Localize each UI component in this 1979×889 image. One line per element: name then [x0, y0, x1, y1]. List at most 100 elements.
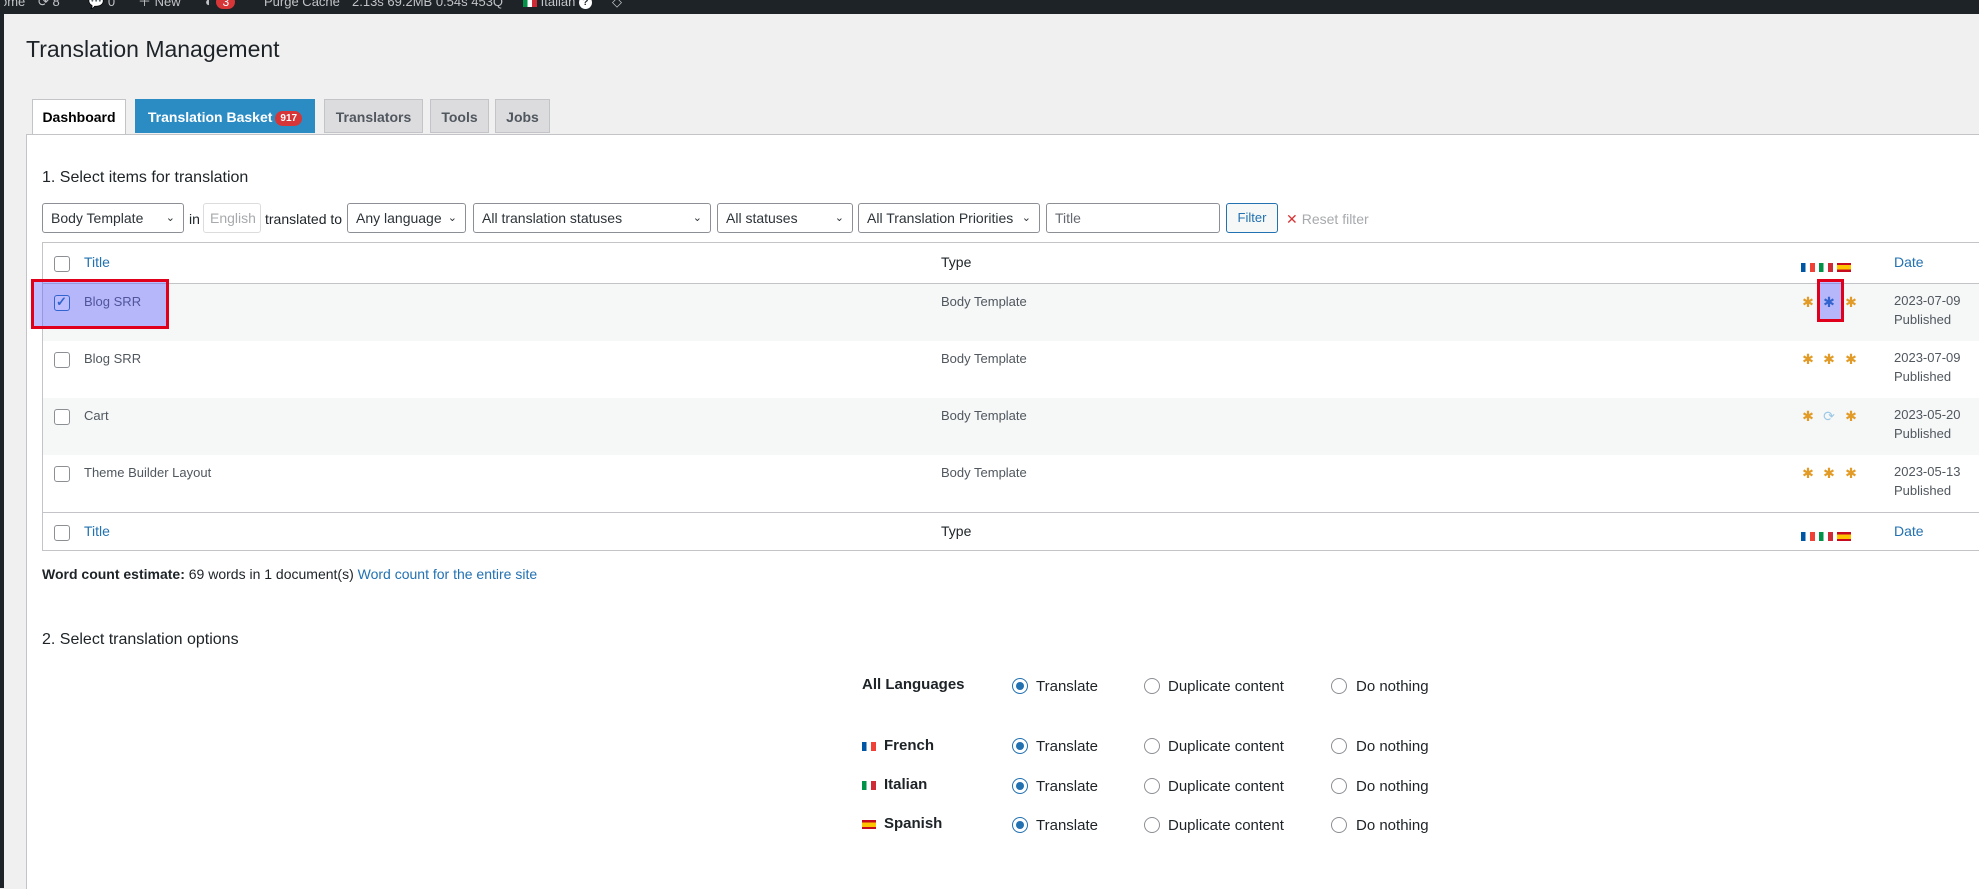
italian-duplicate-label[interactable]: Duplicate content — [1168, 778, 1284, 795]
new-content-link[interactable]: ＋ New — [138, 0, 181, 9]
translation-in-progress-icon[interactable]: ✱ — [1820, 293, 1838, 311]
type-select[interactable]: Body Template ⌄ — [42, 203, 184, 233]
option-italian-label: Italian — [862, 776, 927, 793]
tab-dashboard[interactable]: Dashboard — [32, 99, 126, 135]
tab-tools[interactable]: Tools — [430, 99, 489, 133]
refresh-icon: ⟳ — [38, 0, 49, 9]
page-title: Translation Management — [26, 36, 280, 62]
italian-nothing-radio[interactable] — [1331, 778, 1347, 794]
table-row[interactable]: Theme Builder Layout Body Template ✱ ✱ ✱… — [43, 455, 1979, 513]
italian-nothing-label[interactable]: Do nothing — [1356, 778, 1429, 795]
diamond-icon[interactable]: ◇ — [612, 0, 622, 9]
in-label: in — [189, 211, 200, 227]
admin-menu-edge — [0, 0, 4, 888]
add-translation-icon[interactable]: ✱ — [1799, 464, 1817, 482]
italian-translate-label[interactable]: Translate — [1036, 778, 1098, 795]
spanish-duplicate-label[interactable]: Duplicate content — [1168, 817, 1284, 834]
add-translation-icon[interactable]: ✱ — [1842, 350, 1860, 368]
tab-translation-basket[interactable]: Translation Basket 917 — [135, 99, 315, 133]
all-languages-translate-label[interactable]: Translate — [1036, 678, 1098, 695]
french-translate-label[interactable]: Translate — [1036, 738, 1098, 755]
add-translation-icon[interactable]: ✱ — [1820, 350, 1838, 368]
table-row[interactable]: Blog SRR Body Template ✱ ✱ ✱ 2023-07-09P… — [43, 284, 1979, 341]
query-stats[interactable]: 2.13s 69.2MB 0.54s 453Q — [352, 0, 503, 9]
add-translation-icon[interactable]: ✱ — [1820, 464, 1838, 482]
chevron-down-icon: ⌄ — [834, 212, 844, 224]
french-nothing-radio[interactable] — [1331, 738, 1347, 754]
row-title: Blog SRR — [84, 351, 142, 366]
all-languages-nothing-radio[interactable] — [1331, 678, 1347, 694]
all-languages-translate-radio[interactable] — [1012, 678, 1028, 694]
all-languages-duplicate-label[interactable]: Duplicate content — [1168, 678, 1284, 695]
word-count-site-link[interactable]: Word count for the entire site — [358, 566, 538, 582]
spanish-nothing-radio[interactable] — [1331, 817, 1347, 833]
add-translation-icon[interactable]: ✱ — [1799, 407, 1817, 425]
select-all-checkbox[interactable] — [54, 256, 70, 272]
spanish-duplicate-radio[interactable] — [1144, 817, 1160, 833]
purge-cache-link[interactable]: Purge Cache — [264, 0, 340, 9]
all-languages-duplicate-radio[interactable] — [1144, 678, 1160, 694]
column-title-sort-footer[interactable]: Title — [84, 523, 110, 539]
add-translation-icon[interactable]: ✱ — [1799, 350, 1817, 368]
es-flag-icon — [1837, 532, 1851, 542]
it-flag-icon — [862, 780, 876, 790]
french-duplicate-radio[interactable] — [1144, 738, 1160, 754]
translated-to-label: translated to — [265, 211, 343, 227]
add-translation-icon[interactable]: ✱ — [1842, 293, 1860, 311]
table-header: Title Type Date — [43, 243, 1979, 284]
language-switcher[interactable]: Italian ? — [523, 0, 592, 10]
admin-bar: ome ⟳ 8 💬 0 ＋ New ◐ 3 Purge Cache 2.13s … — [0, 0, 1979, 14]
add-translation-icon[interactable]: ✱ — [1842, 464, 1860, 482]
row-type: Body Template — [941, 408, 1027, 423]
language-select[interactable]: Any language ⌄ — [347, 203, 466, 233]
word-count-estimate: Word count estimate: 69 words in 1 docum… — [42, 566, 538, 582]
fr-flag-icon — [1801, 263, 1815, 273]
spanish-nothing-label[interactable]: Do nothing — [1356, 817, 1429, 834]
table-row[interactable]: Cart Body Template ✱ ⟳ ✱ 2023-05-20 Publi… — [43, 398, 1979, 455]
tab-jobs[interactable]: Jobs — [495, 99, 550, 133]
comments-link[interactable]: 💬 0 — [88, 0, 115, 9]
translation-status-select[interactable]: All translation statuses ⌄ — [473, 203, 711, 233]
spanish-translate-radio[interactable] — [1012, 817, 1028, 833]
table-row[interactable]: Blog SRR Body Template ✱ ✱ ✱ 2023-07-09P… — [43, 341, 1979, 398]
italian-translate-radio[interactable] — [1012, 778, 1028, 794]
column-date-sort-footer[interactable]: Date — [1894, 523, 1924, 539]
column-type: Type — [941, 254, 972, 270]
select-all-checkbox-footer[interactable] — [54, 525, 70, 541]
column-type-footer: Type — [941, 523, 972, 539]
filter-button[interactable]: Filter — [1226, 203, 1278, 233]
french-nothing-label[interactable]: Do nothing — [1356, 738, 1429, 755]
status-select[interactable]: All statuses ⌄ — [717, 203, 853, 233]
french-duplicate-label[interactable]: Duplicate content — [1168, 738, 1284, 755]
row-checkbox[interactable] — [54, 352, 70, 368]
row-checkbox[interactable] — [54, 294, 70, 311]
notifications-icon: ◐ — [205, 0, 213, 9]
title-filter-input[interactable] — [1046, 203, 1220, 233]
section-select-items-title: 1. Select items for translation — [42, 169, 249, 186]
priority-select[interactable]: All Translation Priorities ⌄ — [858, 203, 1040, 233]
italian-duplicate-radio[interactable] — [1144, 778, 1160, 794]
add-translation-icon[interactable]: ✱ — [1842, 407, 1860, 425]
all-languages-nothing-label[interactable]: Do nothing — [1356, 678, 1429, 695]
column-date-sort[interactable]: Date — [1894, 254, 1924, 270]
row-type: Body Template — [941, 465, 1027, 480]
spanish-translate-label[interactable]: Translate — [1036, 817, 1098, 834]
add-translation-icon[interactable]: ✱ — [1799, 293, 1817, 311]
needs-update-icon[interactable]: ⟳ — [1820, 407, 1838, 425]
row-checkbox[interactable] — [54, 466, 70, 482]
column-title-sort[interactable]: Title — [84, 254, 110, 270]
it-flag-icon — [1819, 263, 1833, 273]
french-translate-radio[interactable] — [1012, 738, 1028, 754]
reset-filter-link[interactable]: ✕ Reset filter — [1286, 211, 1369, 228]
row-date: 2023-05-13 Published — [1894, 464, 1961, 498]
updates-link[interactable]: ⟳ 8 — [38, 0, 60, 9]
basket-count-badge: 917 — [275, 111, 303, 126]
tab-translators[interactable]: Translators — [324, 99, 423, 133]
notifications-link[interactable]: ◐ 3 — [205, 0, 236, 9]
section-translation-options-title: 2. Select translation options — [42, 631, 239, 648]
fr-flag-icon — [1801, 532, 1815, 542]
italian-flag-icon — [523, 0, 537, 8]
chevron-down-icon: ⌄ — [1021, 212, 1031, 224]
table-footer: Title Type Date — [43, 513, 1979, 551]
row-checkbox[interactable] — [54, 409, 70, 425]
